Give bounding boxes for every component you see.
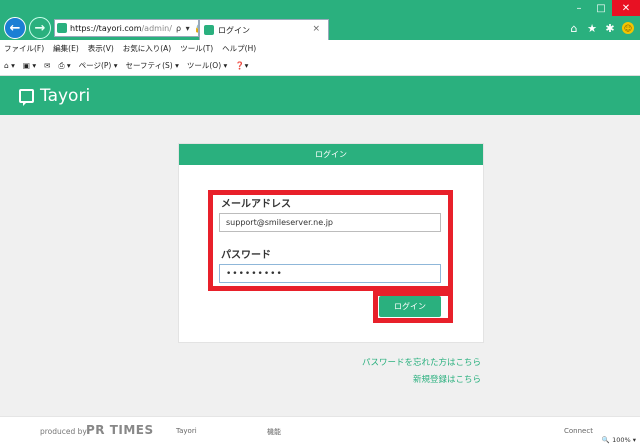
footer-produced-by: produced by xyxy=(40,427,87,436)
menu-file[interactable]: ファイル(F) xyxy=(4,43,44,54)
cmd-page[interactable]: ページ(P) ▾ xyxy=(79,60,118,71)
signup-link[interactable]: 新規登録はこちら xyxy=(413,373,481,385)
site-header: Tayori xyxy=(0,77,640,115)
address-bar[interactable]: https://tayori.com /admin/ ρ ▾ 🔒 C xyxy=(54,19,199,37)
cmd-safety[interactable]: セーフティ(S) ▾ xyxy=(126,60,179,71)
footer-prtimes-logo[interactable]: PR TIMES xyxy=(86,423,154,437)
forgot-password-link[interactable]: パスワードを忘れた方はこちら xyxy=(362,356,481,368)
tab-close-icon[interactable]: × xyxy=(312,24,320,34)
feeds-cmd-icon[interactable]: ▣ ▾ xyxy=(23,61,36,70)
help-cmd-icon[interactable]: ❓▾ xyxy=(235,61,248,70)
screenshot: ← → https://tayori.com /admin/ ρ ▾ 🔒 C ロ… xyxy=(0,0,640,445)
zoom-level[interactable]: 🔍 100% ▾ xyxy=(602,436,636,444)
footer-tayori-heading: Tayori xyxy=(176,427,197,435)
browser-chrome: ← → https://tayori.com /admin/ ρ ▾ 🔒 C ロ… xyxy=(0,0,640,80)
back-arrow-icon: ← xyxy=(9,20,21,36)
menu-edit[interactable]: 編集(E) xyxy=(53,43,79,54)
browser-caption-bar: ← → https://tayori.com /admin/ ρ ▾ 🔒 C ロ… xyxy=(0,0,640,40)
back-button[interactable]: ← xyxy=(4,17,26,39)
site-favicon-icon xyxy=(57,23,67,33)
maximize-button[interactable]: □ xyxy=(590,0,612,16)
site-logo-text[interactable]: Tayori xyxy=(40,86,90,106)
forward-arrow-icon: → xyxy=(34,20,46,36)
tayori-logo-icon xyxy=(19,89,34,106)
address-tools[interactable]: ρ ▾ 🔒 C xyxy=(176,24,198,33)
menu-favorites[interactable]: お気に入り(A) xyxy=(123,43,171,54)
login-card-header: ログイン xyxy=(179,144,483,165)
address-host: https://tayori.com xyxy=(70,23,142,33)
tab-title: ログイン xyxy=(218,25,250,35)
favorites-star-icon[interactable]: ★ xyxy=(586,22,598,35)
tab-favicon-icon xyxy=(204,25,214,35)
menu-help[interactable]: ヘルプ(H) xyxy=(222,43,256,54)
annotation-highlight-button xyxy=(373,291,453,323)
browser-toolbar-icons: ⌂ ★ ✱ ☺ xyxy=(568,22,634,35)
settings-gear-icon[interactable]: ✱ xyxy=(604,22,616,35)
cmd-tools[interactable]: ツール(O) ▾ xyxy=(187,60,227,71)
home-icon[interactable]: ⌂ xyxy=(568,22,580,35)
menu-bar: ファイル(F) 編集(E) 表示(V) お気に入り(A) ツール(T) ヘルプ(… xyxy=(0,40,640,56)
close-window-button[interactable]: ✕ xyxy=(612,0,640,16)
forward-button[interactable]: → xyxy=(29,17,51,39)
minimize-button[interactable]: – xyxy=(568,0,590,16)
home-cmd-icon[interactable]: ⌂ ▾ xyxy=(4,61,15,70)
tab-login[interactable]: ログイン × xyxy=(199,19,329,40)
menu-view[interactable]: 表示(V) xyxy=(88,43,114,54)
window-controls: – □ ✕ xyxy=(568,0,640,16)
print-cmd-icon[interactable]: ⎙ ▾ xyxy=(58,61,70,71)
footer-features-heading: 機能 xyxy=(267,428,281,436)
feedback-smiley-icon[interactable]: ☺ xyxy=(622,22,634,34)
annotation-highlight-fields xyxy=(208,190,453,291)
footer-connect-heading: Connect xyxy=(564,427,593,435)
menu-tools[interactable]: ツール(T) xyxy=(180,43,213,54)
mail-cmd-icon[interactable]: ✉ xyxy=(44,61,50,70)
command-bar: ⌂ ▾ ▣ ▾ ✉ ⎙ ▾ ページ(P) ▾ セーフティ(S) ▾ ツール(O)… xyxy=(0,56,640,76)
address-path: /admin/ xyxy=(141,23,172,33)
site-footer: produced by PR TIMES Tayori 機能 Connect 🔍… xyxy=(0,416,640,445)
